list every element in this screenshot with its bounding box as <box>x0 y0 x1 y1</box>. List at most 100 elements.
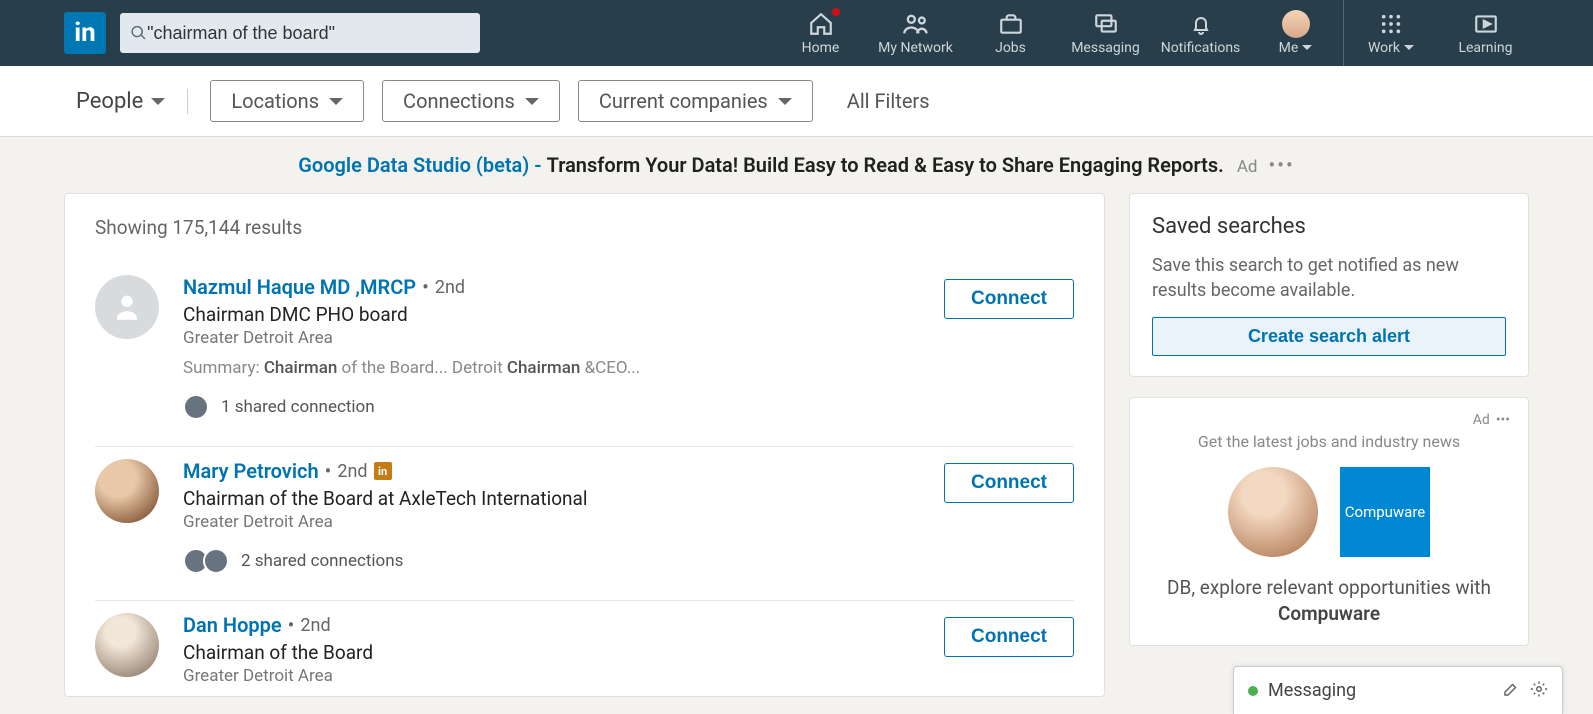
result-row: Mary Petrovich • 2nd in Chairman of the … <box>95 447 1074 601</box>
sidebar-ad-card: Ad ••• Get the latest jobs and industry n… <box>1129 397 1529 645</box>
ad-tag: Ad <box>1473 412 1490 428</box>
nav-jobs[interactable]: Jobs <box>963 0 1058 66</box>
search-box[interactable] <box>120 13 480 53</box>
shared-connections[interactable]: 1 shared connection <box>183 394 944 420</box>
top-nav: in Home My Network Jobs Messaging Notifi… <box>0 0 1593 66</box>
result-row: Nazmul Haque MD ,MRCP • 2nd Chairman DMC… <box>95 263 1074 447</box>
result-summary: Summary: Chairman of the Board... Detroi… <box>183 358 944 378</box>
nav-learning-label: Learning <box>1458 40 1512 56</box>
result-location: Greater Detroit Area <box>183 666 944 686</box>
filter-connections[interactable]: Connections <box>382 80 560 122</box>
result-name[interactable]: Mary Petrovich <box>183 459 319 483</box>
result-name[interactable]: Nazmul Haque MD ,MRCP <box>183 275 416 299</box>
ad-menu-icon[interactable]: ••• <box>1496 412 1510 428</box>
premium-badge-icon: in <box>374 462 392 480</box>
connect-button[interactable]: Connect <box>944 463 1074 503</box>
nav-work[interactable]: Work <box>1343 0 1438 66</box>
ad-tag: Ad <box>1237 157 1258 177</box>
chat-icon <box>1093 11 1119 37</box>
all-filters[interactable]: All Filters <box>847 89 930 113</box>
result-headline: Chairman DMC PHO board <box>183 303 944 326</box>
ad-link[interactable]: Google Data Studio (beta) - <box>298 153 541 177</box>
results-panel: Showing 175,144 results Nazmul Haque MD … <box>64 193 1105 697</box>
nav-learning[interactable]: Learning <box>1438 0 1533 66</box>
avatar-icon <box>1282 10 1310 38</box>
filter-type[interactable]: People <box>76 89 188 114</box>
gear-icon[interactable] <box>1530 680 1548 702</box>
ad-company-logo[interactable]: Compuware <box>1340 467 1430 557</box>
shared-connections[interactable]: 2 shared connections <box>183 548 944 574</box>
filter-type-label: People <box>76 89 143 114</box>
avatar[interactable] <box>95 613 159 677</box>
connection-degree: 2nd <box>337 461 367 482</box>
avatar[interactable] <box>95 275 159 339</box>
result-location: Greater Detroit Area <box>183 328 944 348</box>
saved-searches-card: Saved searches Save this search to get n… <box>1129 193 1529 377</box>
nav-work-label: Work <box>1368 40 1414 56</box>
ad-body: DB, explore relevant opportunities with … <box>1148 575 1510 626</box>
connect-button[interactable]: Connect <box>944 279 1074 319</box>
nav-network-label: My Network <box>878 40 953 56</box>
connection-degree: 2nd <box>435 277 465 298</box>
compose-icon[interactable] <box>1502 680 1520 702</box>
filter-bar: People Locations Connections Current com… <box>0 66 1593 137</box>
ad-menu-icon[interactable]: ••• <box>1268 153 1294 177</box>
ad-avatar <box>1228 467 1318 557</box>
presence-dot-icon <box>1248 686 1258 696</box>
result-headline: Chairman of the Board <box>183 641 944 664</box>
filter-locations[interactable]: Locations <box>210 80 364 122</box>
filter-pill-label: Locations <box>231 89 319 113</box>
results-count: Showing 175,144 results <box>95 216 1074 239</box>
chevron-down-icon <box>151 98 165 112</box>
ad-subtitle: Get the latest jobs and industry news <box>1148 432 1510 451</box>
shared-avatar-icon <box>203 548 229 574</box>
connect-button[interactable]: Connect <box>944 617 1074 657</box>
filter-pill-label: Connections <box>403 89 515 113</box>
play-icon <box>1473 11 1499 37</box>
saved-desc: Save this search to get notified as new … <box>1152 253 1506 303</box>
messaging-label: Messaging <box>1268 680 1492 701</box>
result-location: Greater Detroit Area <box>183 512 944 532</box>
bell-icon <box>1189 12 1213 36</box>
separator-dot: • <box>288 613 295 637</box>
people-icon <box>902 10 930 38</box>
chevron-down-icon <box>525 98 539 112</box>
result-headline: Chairman of the Board at AxleTech Intern… <box>183 487 944 510</box>
separator-dot: • <box>325 459 332 483</box>
saved-title: Saved searches <box>1152 214 1506 239</box>
home-badge <box>830 6 842 18</box>
nav-me-label: Me <box>1279 40 1313 56</box>
ad-text: Transform Your Data! Build Easy to Read … <box>547 153 1224 177</box>
chevron-down-icon <box>329 98 343 112</box>
person-icon <box>110 290 144 324</box>
shared-text: 2 shared connections <box>241 551 403 571</box>
linkedin-logo[interactable]: in <box>64 12 106 54</box>
nav-messaging-label: Messaging <box>1071 40 1140 56</box>
home-icon <box>808 11 834 37</box>
filter-pill-label: Current companies <box>599 89 768 113</box>
briefcase-icon <box>998 11 1024 37</box>
sponsored-strip: Google Data Studio (beta) - Transform Yo… <box>0 137 1593 193</box>
filter-current-companies[interactable]: Current companies <box>578 80 813 122</box>
connection-degree: 2nd <box>300 615 330 636</box>
nav-home[interactable]: Home <box>773 0 868 66</box>
chevron-down-icon <box>778 98 792 112</box>
shared-text: 1 shared connection <box>221 397 375 417</box>
nav-notifications-label: Notifications <box>1161 40 1241 56</box>
result-row: Dan Hoppe • 2nd Chairman of the Board Gr… <box>95 601 1074 696</box>
shared-avatar-icon <box>183 394 209 420</box>
nav-notifications[interactable]: Notifications <box>1153 0 1248 66</box>
result-name[interactable]: Dan Hoppe <box>183 613 282 637</box>
nav-me[interactable]: Me <box>1248 0 1343 66</box>
search-input[interactable] <box>147 23 470 44</box>
grid-icon <box>1380 13 1402 35</box>
nav-messaging[interactable]: Messaging <box>1058 0 1153 66</box>
search-icon <box>130 24 147 42</box>
messaging-dock[interactable]: Messaging <box>1233 666 1563 714</box>
avatar[interactable] <box>95 459 159 523</box>
nav-home-label: Home <box>802 40 840 56</box>
nav-jobs-label: Jobs <box>995 40 1026 56</box>
create-alert-button[interactable]: Create search alert <box>1152 317 1506 356</box>
separator-dot: • <box>422 275 429 299</box>
nav-network[interactable]: My Network <box>868 0 963 66</box>
